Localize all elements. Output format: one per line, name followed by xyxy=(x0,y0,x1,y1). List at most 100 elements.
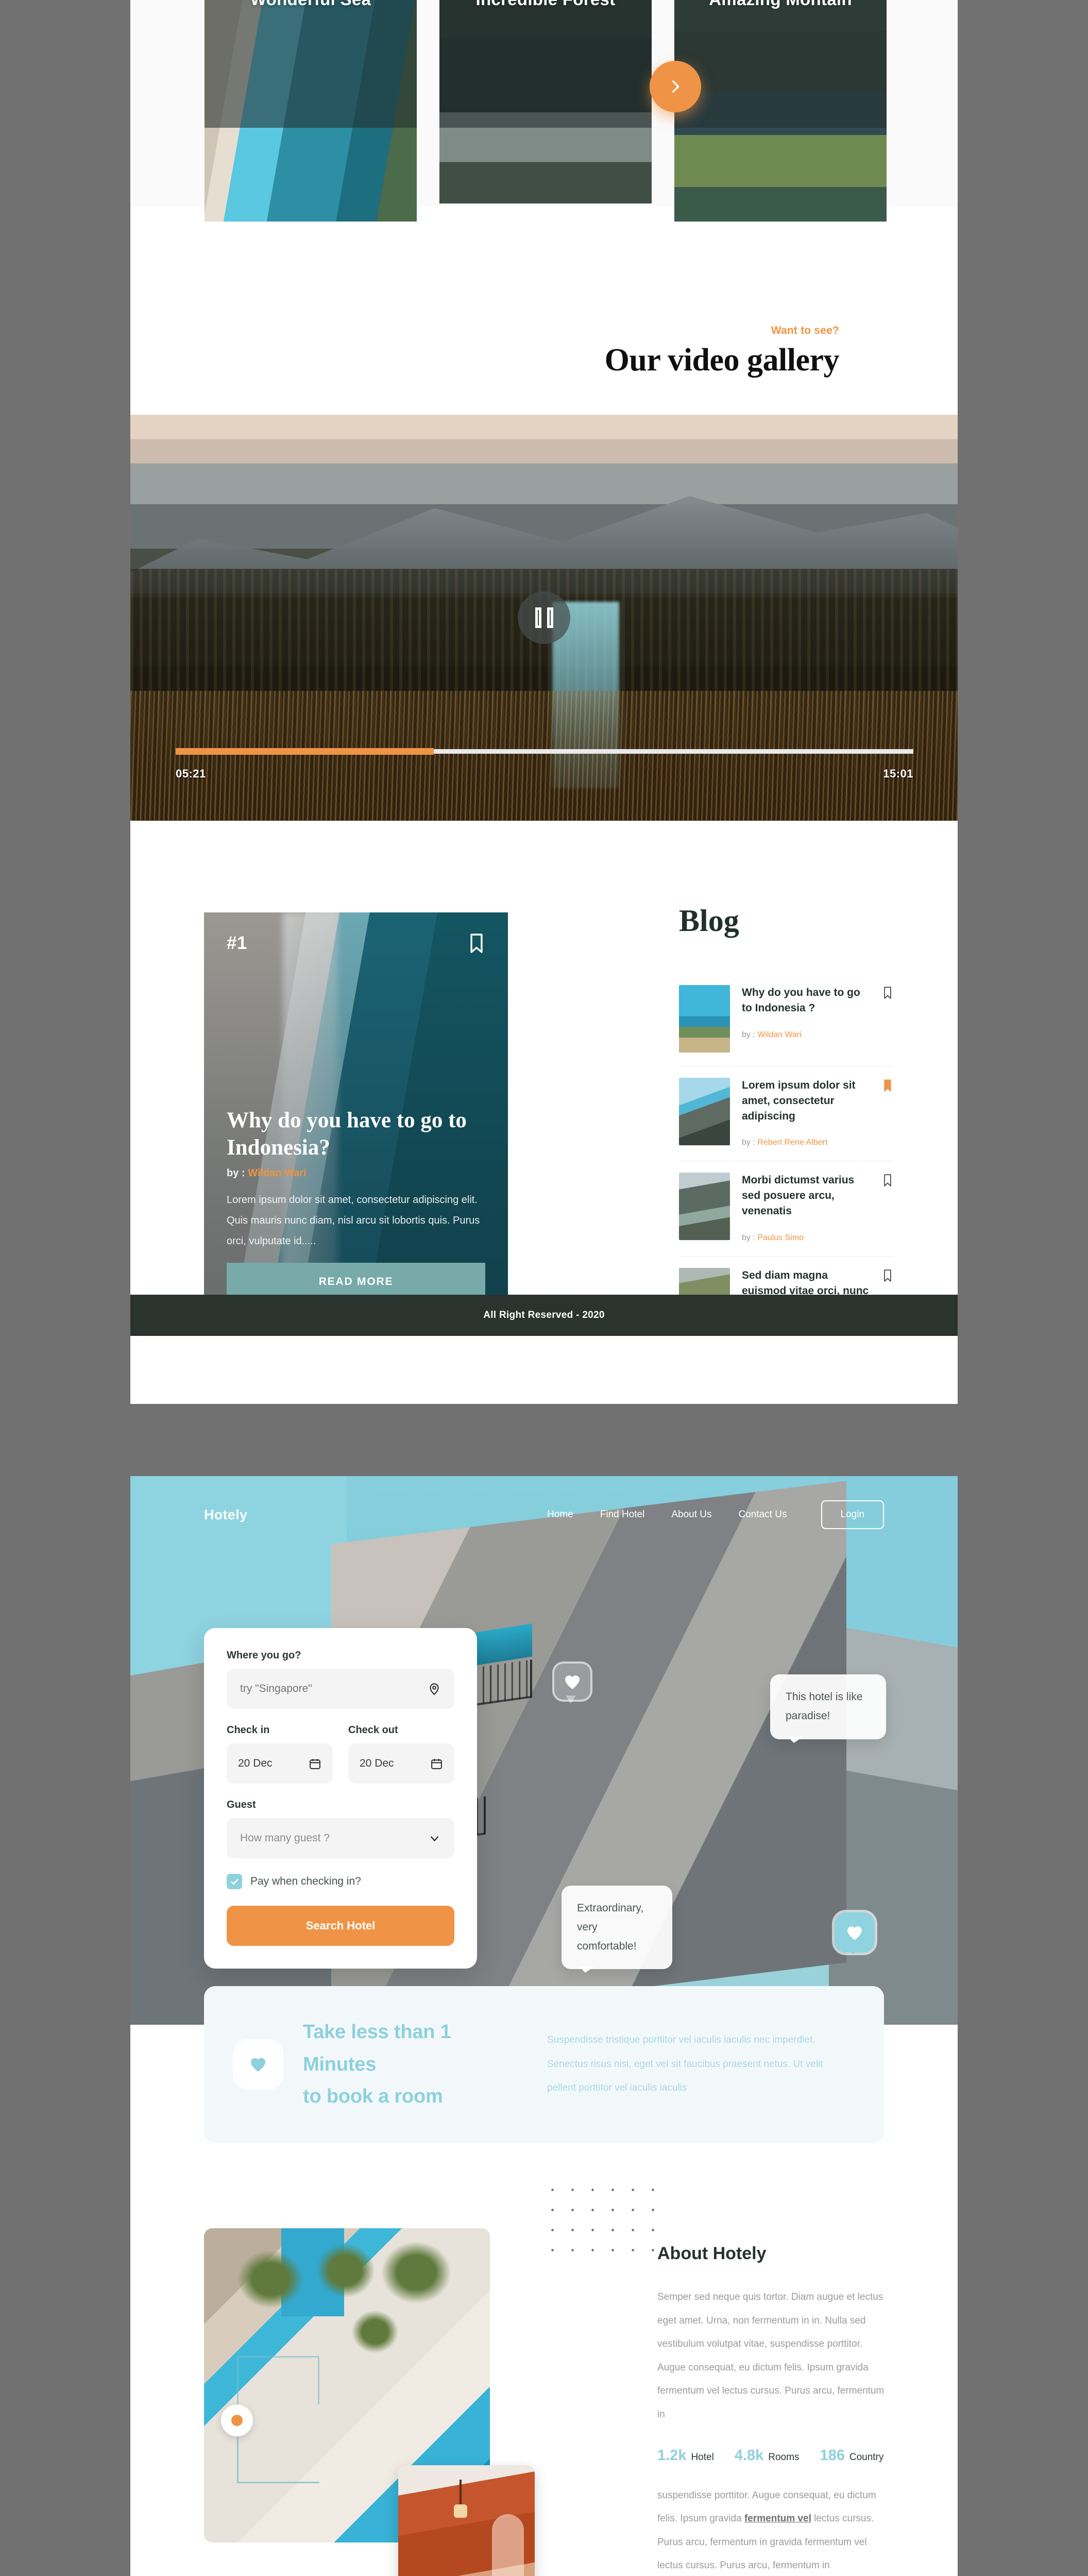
pause-icon[interactable] xyxy=(518,591,570,644)
video-progress-fill xyxy=(176,748,434,755)
about-heading: About Hotely xyxy=(657,2244,767,2263)
checkin-group: Check in 20 Dec xyxy=(227,1724,333,1799)
pay-on-checkin-checkbox[interactable]: Pay when checking in? xyxy=(227,1874,454,1889)
video-gallery-kicker: Want to see? xyxy=(771,325,839,336)
about-paragraph-2: suspendisse porttitor. Augue consequat, … xyxy=(657,2484,892,2576)
blog-heading: Blog xyxy=(679,904,739,938)
where-input[interactable] xyxy=(240,1683,428,1695)
nav-item-home[interactable]: Home xyxy=(547,1509,573,1520)
checkin-label: Check in xyxy=(227,1724,270,1736)
blog-list-item[interactable]: Morbi dictumst varius sed posuere arcu, … xyxy=(679,1161,893,1257)
about-stats: 1.2k Hotel 4.8k Rooms 186 Country xyxy=(657,2447,892,2464)
stat-value: 186 xyxy=(820,2447,845,2464)
stat-label: Hotel xyxy=(691,2451,714,2463)
checkin-field[interactable]: 20 Dec xyxy=(227,1743,333,1784)
pause-bar xyxy=(535,607,541,628)
footer-copyright: All Right Reserved - 2020 xyxy=(130,1295,958,1336)
hotel-search-form: Where you go? Check in 20 Dec Check out xyxy=(204,1628,477,1969)
stat-label: Rooms xyxy=(768,2451,800,2463)
blog-list-item[interactable]: Why do you have to go to Indonesia ? by … xyxy=(679,974,893,1066)
login-button[interactable]: Login xyxy=(821,1500,884,1529)
destination-card[interactable]: Amazing Montain xyxy=(674,0,887,222)
chevron-right-icon[interactable] xyxy=(650,61,701,112)
map-pin-dot-icon[interactable] xyxy=(221,2404,253,2436)
blog-thumbnail xyxy=(679,1078,730,1145)
nav-links: Home Find Hotel About Us Contact Us Logi… xyxy=(547,1500,884,1529)
guest-label: Guest xyxy=(227,1799,256,1810)
featured-rank-badge: #1 xyxy=(227,933,247,953)
blog-item-title: Why do you have to go to Indonesia ? xyxy=(742,987,860,1014)
blog-item-author[interactable]: Wildan Wari xyxy=(757,1030,802,1039)
checkout-group: Check out 20 Dec xyxy=(348,1724,454,1799)
nav-item-about-us[interactable]: About Us xyxy=(671,1509,711,1520)
nav-item-contact-us[interactable]: Contact Us xyxy=(739,1509,787,1520)
testimonial-bubble: This hotel is like paradise! xyxy=(770,1674,886,1742)
stat-value: 4.8k xyxy=(734,2447,764,2464)
archway xyxy=(491,2514,524,2576)
about-section: About Hotely Semper sed neque quis torto… xyxy=(130,2161,958,2576)
promo-description: Suspendisse tristique porttitor vel iacu… xyxy=(547,2035,823,2094)
calendar-icon xyxy=(309,1757,321,1770)
checkout-field[interactable]: 20 Dec xyxy=(348,1743,454,1784)
about-paragraph-1: Semper sed neque quis tortor. Diam augue… xyxy=(657,2292,885,2420)
blog-item-byline: by : Rebert Rene Albert xyxy=(742,1138,871,1147)
pin-connector-line xyxy=(237,2356,319,2404)
video-total-time: 15:01 xyxy=(883,767,913,780)
pin-dot xyxy=(231,2415,243,2426)
video-player[interactable]: 05:21 15:01 xyxy=(130,415,958,821)
destination-card[interactable]: Wonderful Sea xyxy=(205,0,417,222)
featured-blog-card[interactable]: #1 Why do you have to go to Indonesia? b… xyxy=(204,912,508,1325)
video-gallery-heading: Want to see? Our video gallery xyxy=(130,325,958,379)
search-hotel-button[interactable]: Search Hotel xyxy=(227,1906,454,1946)
destination-label: Amazing Montain xyxy=(674,0,887,9)
promo-title-line1: Take less than 1 Minutes xyxy=(303,2021,451,2075)
pause-bar xyxy=(547,607,553,628)
bookmark-filled-icon[interactable] xyxy=(882,1079,893,1092)
featured-author[interactable]: Wildan Wari xyxy=(248,1167,307,1179)
blog-item-author[interactable]: Paulus Simo xyxy=(757,1233,804,1242)
blog-list-item[interactable]: Lorem ipsum dolor sit amet, consectetur … xyxy=(679,1066,893,1162)
featured-byline: by : Wildan Wari xyxy=(227,1167,485,1179)
main-navigation: Hotely Home Find Hotel About Us Contact … xyxy=(130,1476,958,1553)
check-icon xyxy=(227,1874,242,1889)
stat-value: 1.2k xyxy=(657,2447,687,2464)
calendar-icon xyxy=(430,1757,443,1770)
about-photo-interior xyxy=(398,2465,535,2576)
page-one: Wonderful Sea Incredible Forest Amazing … xyxy=(130,0,958,1404)
bookmark-icon[interactable] xyxy=(882,1174,893,1187)
blog-item-text: Morbi dictumst varius sed posuere arcu, … xyxy=(742,1173,871,1242)
dot-pattern-decoration xyxy=(542,2180,661,2262)
blog-item-text: Why do you have to go to Indonesia ? by … xyxy=(742,985,871,1040)
video-progress-bar[interactable] xyxy=(176,748,913,755)
pay-on-checkin-label: Pay when checking in? xyxy=(250,1875,361,1887)
destination-overlay xyxy=(674,0,887,128)
where-field[interactable] xyxy=(227,1669,454,1709)
bookmark-icon[interactable] xyxy=(882,1269,893,1282)
brand-logo[interactable]: Hotely xyxy=(204,1507,247,1523)
date-fields-row: Check in 20 Dec Check out 20 Dec xyxy=(227,1724,454,1799)
destination-carousel: Wonderful Sea Incredible Forest Amazing … xyxy=(130,0,958,222)
byline-prefix: by : xyxy=(742,1138,758,1147)
testimonial-bubble: Extraordinary, very comfortable! xyxy=(562,1886,672,1973)
blog-item-byline: by : Wildan Wari xyxy=(742,1030,871,1040)
byline-prefix: by : xyxy=(227,1167,248,1179)
promo-title-line2: to book a room xyxy=(303,2086,443,2108)
featured-title: Why do you have to go to Indonesia? xyxy=(227,1108,467,1160)
about-p2-link[interactable]: fermentum vel xyxy=(744,2513,811,2524)
bookmark-icon[interactable] xyxy=(882,986,893,999)
destination-label: Wonderful Sea xyxy=(205,0,417,9)
blog-item-title: Lorem ipsum dolor sit amet, consectetur … xyxy=(742,1079,856,1122)
featured-body: Why do you have to go to Indonesia? by :… xyxy=(227,1107,485,1301)
guest-select[interactable]: How many guest ? xyxy=(227,1818,454,1858)
destination-overlay xyxy=(439,0,652,128)
where-label: Where you go? xyxy=(227,1650,301,1661)
checkout-label: Check out xyxy=(348,1724,398,1736)
bookmark-icon[interactable] xyxy=(468,933,485,954)
byline-prefix: by : xyxy=(742,1030,758,1039)
guest-placeholder: How many guest ? xyxy=(240,1832,330,1844)
blog-item-author[interactable]: Rebert Rene Albert xyxy=(757,1138,827,1147)
destination-card[interactable]: Incredible Forest xyxy=(439,0,652,204)
nav-item-find-hotel[interactable]: Find Hotel xyxy=(600,1509,645,1520)
blog-list: Blog Why do you have to go to Indonesia … xyxy=(679,903,893,1349)
location-pin-icon xyxy=(428,1682,441,1696)
